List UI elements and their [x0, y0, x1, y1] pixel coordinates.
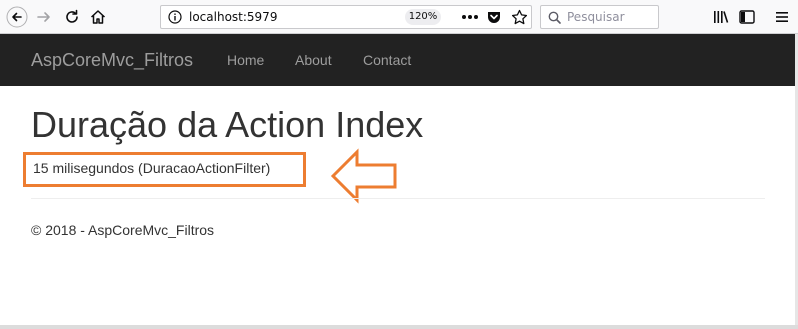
nav-link-about[interactable]: About	[295, 52, 332, 68]
browser-toolbar: localhost:5979 120% Pesquisar	[0, 0, 798, 34]
site-navbar: AspCoreMvc_Filtros Home About Contact	[0, 34, 795, 86]
library-icon[interactable]	[709, 5, 733, 29]
search-input[interactable]: Pesquisar	[540, 5, 659, 29]
menu-icon[interactable]	[770, 5, 794, 29]
content-divider	[31, 198, 765, 199]
sidebar-icon[interactable]	[735, 5, 759, 29]
forward-icon[interactable]	[32, 5, 56, 29]
page-title: Duração da Action Index	[31, 104, 424, 145]
home-icon[interactable]	[86, 5, 110, 29]
more-icon[interactable]	[458, 5, 482, 29]
footer-copyright: © 2018 - AspCoreMvc_Filtros	[31, 222, 215, 238]
navbar-brand[interactable]: AspCoreMvc_Filtros	[31, 50, 193, 71]
left-arrow-annotation	[330, 148, 400, 209]
info-icon[interactable]	[168, 10, 182, 29]
bookmark-star-icon[interactable]	[507, 5, 531, 29]
reload-icon[interactable]	[60, 5, 84, 29]
window-bottom-edge	[0, 325, 798, 329]
search-placeholder: Pesquisar	[567, 10, 625, 24]
nav-link-home[interactable]: Home	[227, 52, 264, 68]
search-icon	[548, 11, 561, 29]
highlight-box	[23, 152, 306, 187]
zoom-level-badge[interactable]: 120%	[405, 9, 441, 25]
url-text[interactable]: localhost:5979	[189, 10, 277, 24]
pocket-icon[interactable]	[482, 5, 506, 29]
nav-link-contact[interactable]: Contact	[363, 52, 411, 68]
back-icon[interactable]	[5, 5, 29, 29]
